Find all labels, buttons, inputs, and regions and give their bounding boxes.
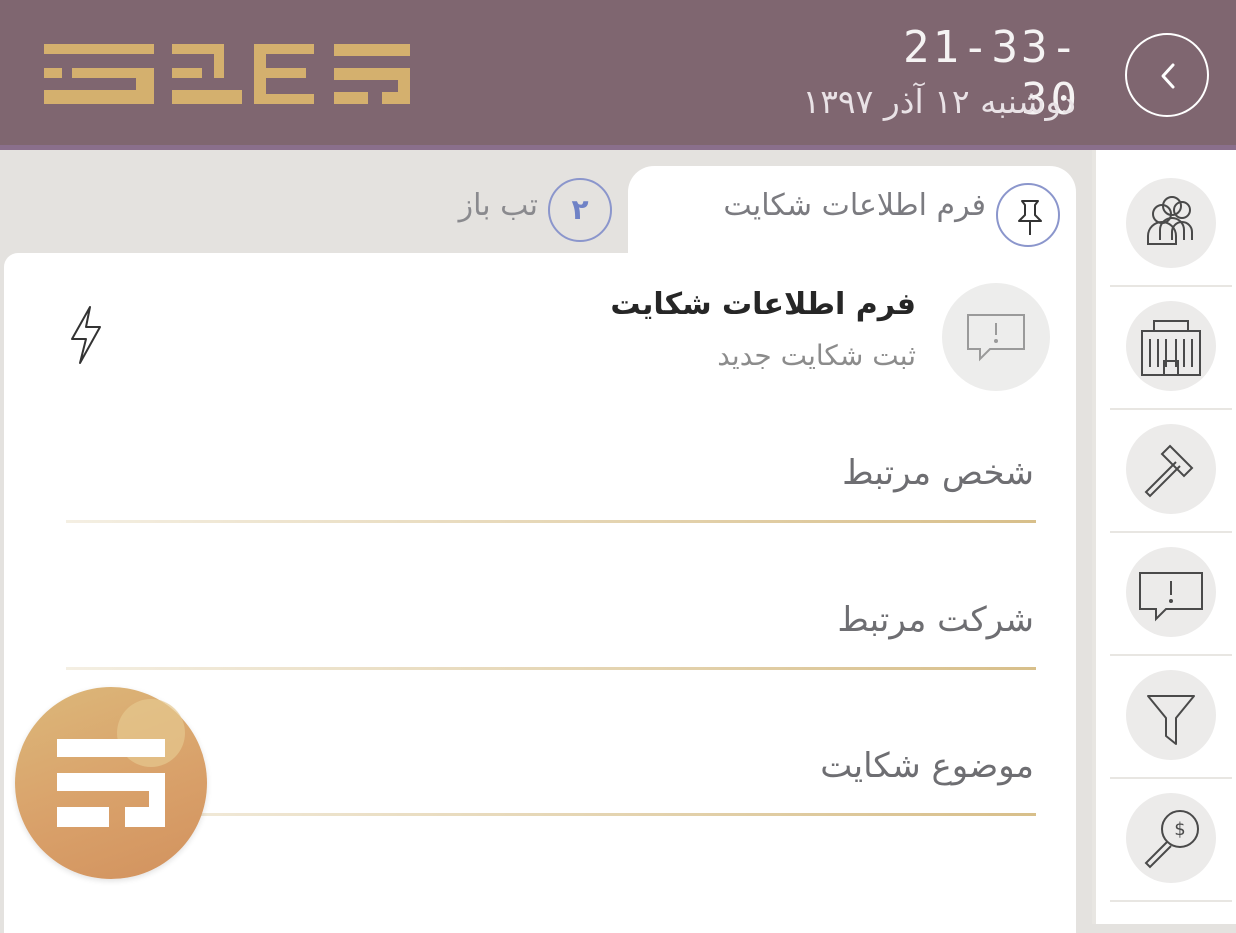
floating-action-button[interactable] xyxy=(15,687,207,879)
pin-icon xyxy=(1018,200,1042,235)
back-button[interactable] xyxy=(1125,33,1209,117)
sidebar-item-finance[interactable]: $ xyxy=(1110,779,1232,902)
open-tabs-label: تب باز xyxy=(458,188,538,223)
sidebar-item-companies[interactable] xyxy=(1110,287,1232,410)
filter-icon xyxy=(1147,695,1195,745)
form-icon xyxy=(942,283,1050,391)
app-header: 21-33-30 دوشنبه ۱۲ آذر ۱۳۹۷ xyxy=(0,0,1236,150)
sidebar-item-complaints[interactable] xyxy=(1110,533,1232,656)
sidebar: $ xyxy=(1092,150,1236,924)
field-underline xyxy=(66,667,1036,670)
form-subtitle: ثبت شکایت جدید xyxy=(717,339,916,372)
field-underline xyxy=(66,813,1036,816)
date-display: دوشنبه ۱۲ آذر ۱۳۹۷ xyxy=(802,82,1076,121)
related-company-field[interactable]: شرکت مرتبط xyxy=(66,580,1036,670)
people-icon xyxy=(1147,196,1193,245)
form-title: فرم اطلاعات شکایت xyxy=(610,287,916,322)
related-person-field[interactable]: شخص مرتبط xyxy=(66,433,1036,523)
complaint-icon xyxy=(1139,572,1203,622)
money-search-icon: $ xyxy=(1144,810,1199,869)
pin-button[interactable] xyxy=(996,183,1060,247)
field-label: موضوع شکایت xyxy=(820,746,1034,786)
hammer-icon xyxy=(1144,444,1194,498)
brand-logo-icon xyxy=(44,44,410,104)
field-label: شرکت مرتبط xyxy=(837,600,1034,640)
open-tabs-count: ۲ xyxy=(548,178,612,242)
open-tabs-button[interactable]: تب باز ۲ xyxy=(430,170,620,250)
sidebar-item-people[interactable] xyxy=(1110,164,1232,287)
tab-label: فرم اطلاعات شکایت xyxy=(723,188,986,223)
complaint-icon xyxy=(967,314,1025,362)
svg-text:$: $ xyxy=(1174,819,1185,840)
chevron-left-icon xyxy=(1161,63,1175,89)
sidebar-item-filter[interactable] xyxy=(1110,656,1232,779)
sidebar-item-legal[interactable] xyxy=(1110,410,1232,533)
building-icon xyxy=(1141,320,1201,376)
brand-logo-icon xyxy=(57,699,185,827)
field-label: شخص مرتبط xyxy=(842,453,1034,493)
complaint-subject-field[interactable]: موضوع شکایت xyxy=(66,726,1036,816)
tab-complaint-form[interactable]: فرم اطلاعات شکایت xyxy=(628,166,1076,258)
lightning-icon[interactable] xyxy=(68,305,104,365)
field-underline xyxy=(66,520,1036,523)
